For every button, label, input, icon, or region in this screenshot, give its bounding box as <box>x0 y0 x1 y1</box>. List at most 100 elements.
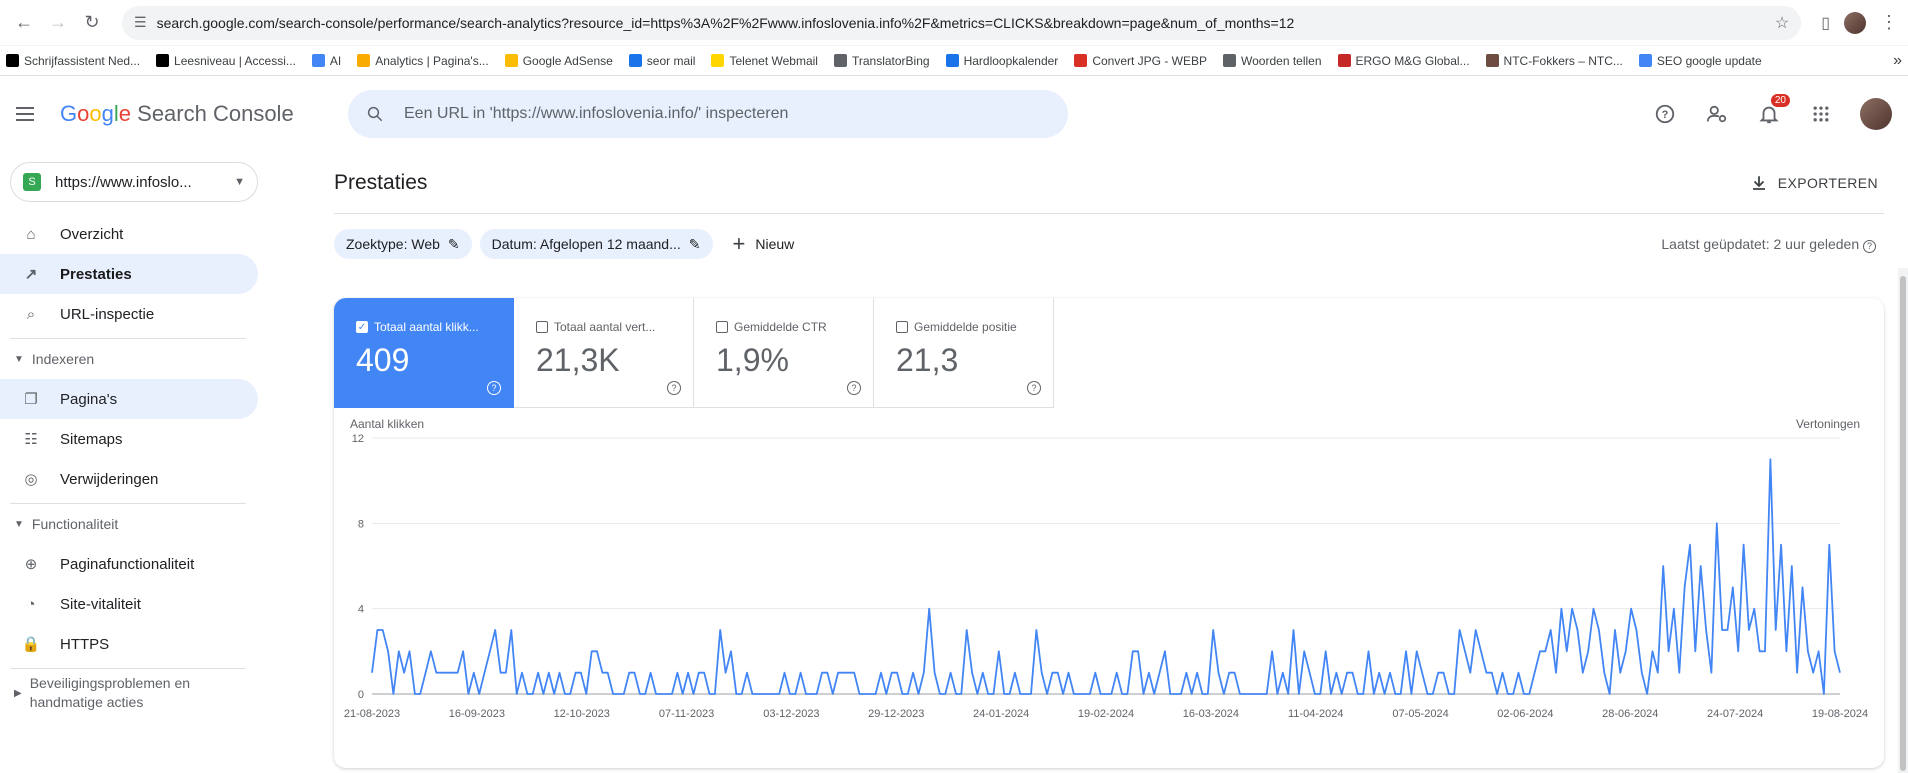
metric-value: 21,3 <box>896 342 959 378</box>
reload-icon[interactable]: ↻ <box>78 9 106 37</box>
x-tick-label: 16-09-2023 <box>449 708 505 720</box>
browser-toolbar: ← → ↻ ☰ search.google.com/search-console… <box>0 0 1908 46</box>
x-tick-label: 29-12-2023 <box>868 708 924 720</box>
help-icon[interactable]: ? <box>1027 381 1041 395</box>
vrt-icon <box>6 54 19 67</box>
bookmark-item[interactable]: Hardloopkalender <box>945 54 1058 68</box>
page-scrollbar[interactable] <box>1898 268 1908 773</box>
y-axis-label-right: Vertoningen <box>1796 417 1860 431</box>
bookmark-item[interactable]: Woorden tellen <box>1223 54 1322 68</box>
x-tick-label: 19-02-2024 <box>1078 708 1134 720</box>
scrollbar-thumb[interactable] <box>1900 276 1906 771</box>
property-label: https://www.infoslo... <box>55 173 192 191</box>
property-selector[interactable]: S https://www.infoslo... ▼ <box>10 162 258 202</box>
nav-top: ⌂ Overzicht ↗ Prestaties ⌕ URL-inspectie <box>0 214 268 334</box>
notification-badge: 20 <box>1770 94 1790 107</box>
bookmark-item[interactable]: Convert JPG - WEBP <box>1074 54 1207 68</box>
bookmark-item[interactable]: NTC-Fokkers – NTC... <box>1485 54 1623 68</box>
search-console-logo[interactable]: Google Search Console <box>60 101 330 127</box>
browser-profile-avatar[interactable] <box>1844 11 1866 34</box>
url-text: search.google.com/search-console/perform… <box>156 14 1295 31</box>
extensions-icon[interactable]: ▯ <box>1821 13 1830 33</box>
export-button[interactable]: EXPORTEREN <box>1750 174 1884 192</box>
manage-users-icon[interactable] <box>1704 101 1730 127</box>
sidebar-item-site-vitaliteit[interactable]: ◔ Site-vitaliteit <box>0 584 258 624</box>
eye-off-icon: ◎ <box>24 471 38 488</box>
metric-tile[interactable]: Gemiddelde CTR 1,9%? <box>694 298 874 408</box>
x-tick-label: 16-03-2024 <box>1183 708 1239 720</box>
url-inspect-search[interactable]: Een URL in 'https://www.infoslovenia.inf… <box>348 90 1068 138</box>
bookmark-item[interactable]: SEO google update <box>1638 54 1762 68</box>
section-indexeren[interactable]: ▼ Indexeren <box>0 339 268 379</box>
bookmark-item[interactable]: AI <box>311 54 341 68</box>
apps-grid-icon[interactable] <box>1808 101 1834 127</box>
metric-tile[interactable]: Gemiddelde positie 21,3? <box>874 298 1054 408</box>
metric-tile[interactable]: Totaal aantal vert... 21,3K? <box>514 298 694 408</box>
translate-icon <box>833 54 847 67</box>
browser-menu-icon[interactable]: ⋮ <box>1880 12 1898 33</box>
svg-text:?: ? <box>1662 109 1669 121</box>
clicks-line-chart[interactable]: Aantal klikken Vertoningen 0 4 8 12 21-08-2023… <box>334 408 1872 768</box>
help-icon[interactable]: ? <box>1652 101 1678 127</box>
filter-chip-zoektype[interactable]: Zoektype: Web ✎ <box>334 229 472 259</box>
y-tick-label: 8 <box>358 518 364 530</box>
bookmark-item[interactable]: Telenet Webmail <box>711 54 818 68</box>
x-tick-label: 02-06-2024 <box>1497 708 1553 720</box>
sidebar-item-paginafunctionaliteit[interactable]: ⊕ Paginafunctionaliteit <box>0 544 258 584</box>
bookmark-item[interactable]: Schrijfassistent Ned... <box>6 54 140 68</box>
section-beveiliging[interactable]: ▶ Beveiligingsproblemen en handmatige act… <box>0 669 268 717</box>
search-icon <box>367 106 383 122</box>
bookmark-item[interactable]: seor mail <box>628 54 695 68</box>
help-icon[interactable]: ? <box>847 381 861 395</box>
search-icon: ⌕ <box>26 305 36 323</box>
edit-pencil-icon: ✎ <box>688 235 701 252</box>
checkbox-icon[interactable] <box>536 321 548 333</box>
main-menu-icon[interactable] <box>16 102 40 126</box>
help-small-icon[interactable]: ? <box>1863 239 1876 253</box>
account-avatar[interactable] <box>1860 98 1892 130</box>
forward-icon[interactable]: → <box>44 9 72 37</box>
address-bar[interactable]: ☰ search.google.com/search-console/perfo… <box>122 5 1802 40</box>
bookmark-item[interactable]: TranslatorBing <box>833 54 930 68</box>
checkbox-icon[interactable] <box>896 321 908 333</box>
help-icon[interactable]: ? <box>487 381 501 395</box>
help-icon[interactable]: ? <box>667 381 681 395</box>
performance-chart[interactable]: Aantal klikken Vertoningen 0 4 8 12 21-08-2023… <box>334 408 1884 768</box>
lock-icon: 🔒 <box>21 636 41 653</box>
edit-pencil-icon: ✎ <box>447 235 460 252</box>
sidebar-item-verwijderingen[interactable]: ◎ Verwijderingen <box>0 459 258 499</box>
sidebar-item-url-inspectie[interactable]: ⌕ URL-inspectie <box>0 294 258 334</box>
main-content: Prestaties EXPORTEREN Zoektype: Web ✎ Dat… <box>268 152 1908 773</box>
sidebar-item-prestaties[interactable]: ↗ Prestaties <box>0 254 258 294</box>
filter-chip-datum[interactable]: Datum: Afgelopen 12 maand... ✎ <box>479 229 713 259</box>
notifications-icon[interactable]: 20 <box>1756 94 1790 127</box>
checkbox-icon[interactable] <box>716 321 728 333</box>
home-icon: ⌂ <box>26 225 36 243</box>
sidebar-item-sitemaps[interactable]: ☷ Sitemaps <box>0 419 258 459</box>
bookmark-item[interactable]: Google AdSense <box>504 54 613 68</box>
ergo-icon <box>1337 54 1351 67</box>
bookmark-star-icon[interactable]: ☆ <box>1775 13 1789 33</box>
sparkle-icon <box>311 54 325 67</box>
metric-tile[interactable]: ✓ Totaal aantal klikk... 409? <box>334 298 514 408</box>
sidebar-item-pagina-s[interactable]: ❐ Pagina's <box>0 379 258 419</box>
metric-tiles: ✓ Totaal aantal klikk... 409? Totaal aantal… <box>334 298 1884 408</box>
new-filter-button[interactable]: + Nieuw <box>733 231 795 257</box>
more-bookmarks-icon[interactable]: » <box>1893 52 1902 70</box>
x-tick-label: 21-08-2023 <box>344 708 400 720</box>
sidebar-item-overzicht[interactable]: ⌂ Overzicht <box>0 214 258 254</box>
bookmark-item[interactable]: Leesniveau | Accessi... <box>156 54 296 68</box>
bookmark-item[interactable]: Analytics | Pagina's... <box>357 54 489 68</box>
sitemap-icon: ☷ <box>24 431 38 448</box>
sidebar-item-https[interactable]: 🔒 HTTPS <box>0 624 258 664</box>
bookmarks-bar: Schrijfassistent Ned... Leesniveau | Acce… <box>0 46 1908 76</box>
checkbox-icon[interactable]: ✓ <box>356 321 368 333</box>
section-functionaliteit[interactable]: ▼ Functionaliteit <box>0 504 268 544</box>
accessibility-icon <box>156 54 170 67</box>
metric-value: 21,3K <box>536 342 620 378</box>
back-icon[interactable]: ← <box>10 9 38 37</box>
google-icon <box>1638 54 1652 67</box>
bookmark-item[interactable]: ERGO M&G Global... <box>1337 54 1470 68</box>
telenet-icon <box>711 54 725 67</box>
site-settings-icon[interactable]: ☰ <box>134 14 147 31</box>
